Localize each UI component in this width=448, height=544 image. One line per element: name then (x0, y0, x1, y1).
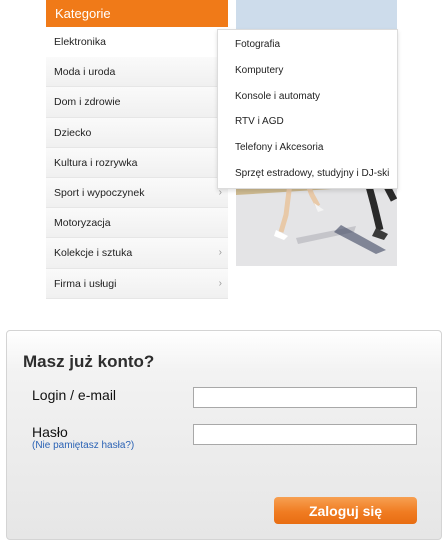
submenu-item[interactable]: Fotografia (218, 32, 397, 58)
category-label: Sport i wypoczynek (54, 186, 145, 199)
category-label: Motoryzacja (54, 217, 111, 230)
login-label: Login / e-mail (32, 387, 117, 403)
submenu-item[interactable]: Sprzęt estradowy, studyjny i DJ-ski (218, 161, 397, 187)
category-header: Kategorie (46, 0, 228, 27)
login-title: Masz już konto? (23, 352, 155, 371)
category-label: Kolekcje i sztuka (54, 247, 133, 260)
category-label: Dziecko (54, 126, 92, 139)
password-input[interactable] (193, 424, 417, 445)
category-menu: Kategorie Elektronika Moda i uroda Dom i z… (46, 0, 228, 299)
category-item[interactable]: Kolekcje i sztuka › (46, 238, 228, 269)
category-item[interactable]: Sport i wypoczynek › (46, 177, 228, 209)
chevron-right-icon: › (218, 247, 222, 259)
category-label: Elektronika (54, 36, 106, 48)
category-item[interactable]: Dom i zdrowie (46, 87, 228, 118)
category-label: Firma i usługi (54, 277, 117, 290)
category-label: Dom i zdrowie (54, 96, 121, 109)
category-item[interactable]: Moda i uroda (46, 57, 228, 88)
category-label: Kultura i rozrywka (54, 156, 138, 169)
category-item[interactable]: Firma i usługi › (46, 268, 228, 299)
chevron-right-icon: › (218, 277, 222, 289)
password-label: Hasło (32, 424, 68, 440)
category-item[interactable]: Kultura i rozrywka (46, 147, 228, 178)
category-list: Elektronika Moda i uroda Dom i zdrowie Dzie… (46, 27, 228, 299)
login-input[interactable] (193, 387, 417, 408)
submenu-item[interactable]: RTV i AGD (218, 109, 397, 135)
category-item[interactable]: Dziecko (46, 117, 228, 148)
category-item[interactable]: Motoryzacja (46, 208, 228, 239)
login-panel: Masz już konto? Login / e-mail Hasło (Ni… (6, 330, 442, 540)
submenu-item[interactable]: Komputery (218, 58, 397, 84)
forgot-password-link[interactable]: (Nie pamiętasz hasła?) (32, 440, 134, 451)
electronics-submenu: Fotografia Komputery Konsole i automaty RTV… (217, 29, 398, 189)
category-label: Moda i uroda (54, 66, 116, 79)
submenu-item[interactable]: Konsole i automaty (218, 84, 397, 110)
login-button[interactable]: Zaloguj się (274, 497, 417, 524)
submenu-item[interactable]: Telefony i Akcesoria (218, 135, 397, 161)
category-item[interactable]: Elektronika (46, 27, 228, 58)
